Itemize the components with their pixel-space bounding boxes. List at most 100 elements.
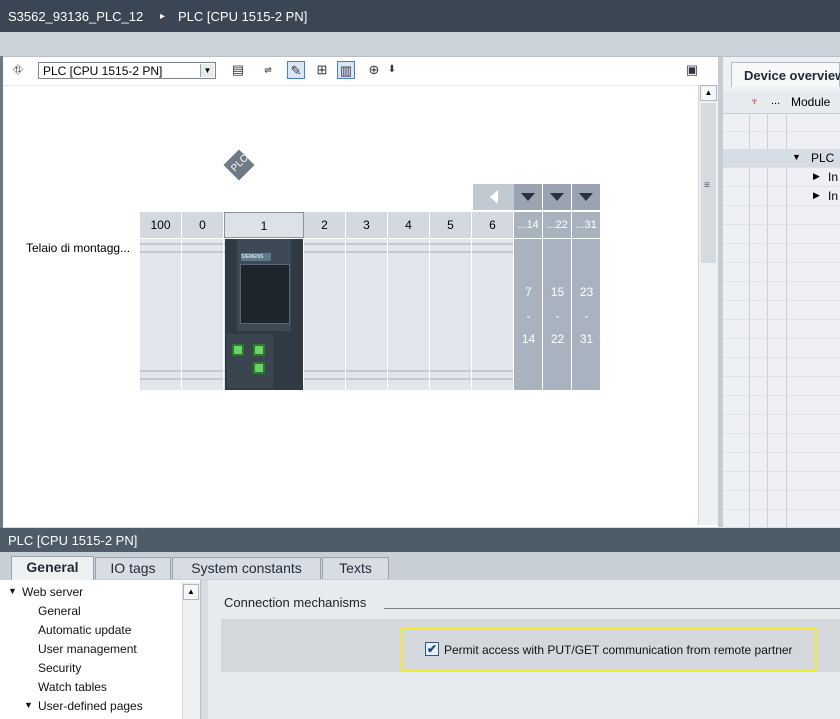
list-item[interactable] <box>723 339 840 358</box>
breadcrumb-device[interactable]: PLC [CPU 1515-2 PN] <box>178 9 307 24</box>
list-item[interactable] <box>723 301 840 320</box>
tree-item-watch-tables[interactable]: Watch tables <box>38 680 107 694</box>
cpu-module[interactable]: SIEMENS <box>225 239 303 390</box>
list-item[interactable] <box>723 263 840 282</box>
list-item[interactable] <box>723 491 840 510</box>
table-view-icon[interactable]: ▥ <box>337 61 355 79</box>
chevron-down-icon <box>521 193 535 201</box>
list-item[interactable] <box>723 415 840 434</box>
tree-item-security[interactable]: Security <box>38 661 81 675</box>
expand-icon[interactable]: ▼ <box>792 152 801 162</box>
list-item[interactable] <box>723 206 840 225</box>
slot-header[interactable]: 1 <box>224 212 304 238</box>
slot-group[interactable]: 7 - 14 <box>514 239 543 390</box>
rack-slot[interactable] <box>182 239 224 390</box>
put-get-checkbox-label[interactable]: Permit access with PUT/GET communication… <box>444 643 793 657</box>
slot-group[interactable]: 23 - 31 <box>572 239 601 390</box>
rack-slot[interactable] <box>346 239 388 390</box>
list-item[interactable] <box>723 472 840 491</box>
list-item[interactable] <box>723 282 840 301</box>
device-properties-icon[interactable]: ▤ <box>229 61 247 79</box>
overview-toggle-icon[interactable]: ▣ <box>683 61 701 79</box>
rack-slot[interactable] <box>304 239 346 390</box>
grid-icon[interactable]: ⊞ <box>313 61 331 79</box>
rack-slot[interactable] <box>388 239 430 390</box>
scroll-up-icon[interactable]: ▲ <box>700 85 717 101</box>
list-item[interactable] <box>723 244 840 263</box>
slot-header[interactable]: 0 <box>182 212 224 238</box>
tab-io-tags[interactable]: IO tags <box>95 557 171 579</box>
device-selector[interactable]: PLC [CPU 1515-2 PN] ▼ <box>38 62 216 79</box>
tab-system-constants[interactable]: System constants <box>172 557 321 579</box>
overview-row[interactable]: ▶ In <box>723 187 840 206</box>
expand-icon[interactable]: ▶ <box>813 190 820 201</box>
slot-header[interactable]: 2 <box>304 212 346 238</box>
zoom-icon[interactable]: ⊕ <box>365 61 383 79</box>
ethernet-port-icon[interactable] <box>253 362 265 374</box>
collapse-icon[interactable]: ▼ <box>8 586 17 596</box>
rack-rail <box>472 370 513 372</box>
list-item[interactable] <box>723 320 840 339</box>
cpu-display <box>240 264 290 324</box>
show-name-icon[interactable]: ⇌ <box>259 61 277 79</box>
rack-rail <box>388 251 429 253</box>
list-item[interactable] <box>723 113 840 132</box>
ethernet-port-icon[interactable] <box>253 344 265 356</box>
tree-scrollbar[interactable]: ▲ <box>182 582 200 719</box>
rack-rail <box>140 370 181 372</box>
list-item[interactable] <box>723 453 840 472</box>
list-item[interactable] <box>723 358 840 377</box>
tab-device-overview[interactable]: Device overview <box>731 62 840 87</box>
properties-title-bar: PLC [CPU 1515-2 PN] <box>0 528 840 552</box>
slot-header[interactable]: 100 <box>140 212 182 238</box>
collapse-icon[interactable]: ▼ <box>24 700 33 710</box>
rack-label[interactable]: Telaio di montagg... <box>26 241 130 255</box>
tab-texts[interactable]: Texts <box>322 557 389 579</box>
zoom-dropdown-icon[interactable]: ⬇ <box>383 61 401 79</box>
column-dots[interactable]: ... <box>771 95 780 107</box>
rack-slot[interactable] <box>430 239 472 390</box>
rack-slot[interactable] <box>140 239 182 390</box>
list-item[interactable] <box>723 225 840 244</box>
device-view-scrollbar[interactable]: ▲ ≡ <box>698 85 718 525</box>
overview-row-plc[interactable]: ▼ PLC <box>723 149 840 168</box>
tree-item-web-server[interactable]: Web server <box>22 585 83 599</box>
slot-group-range: 31 <box>579 332 594 346</box>
ethernet-port-icon[interactable] <box>232 344 244 356</box>
tree-item-general[interactable]: General <box>38 604 81 618</box>
list-item[interactable] <box>723 377 840 396</box>
tree-item-automatic-update[interactable]: Automatic update <box>38 623 131 637</box>
slot-group[interactable]: 15 - 22 <box>543 239 572 390</box>
slot-header[interactable]: 5 <box>430 212 472 238</box>
expand-group-button[interactable] <box>572 184 601 210</box>
column-module[interactable]: Module <box>791 95 830 109</box>
rack-slot[interactable] <box>472 239 514 390</box>
rack-rail <box>472 378 513 380</box>
slot-group-header[interactable]: ...14 <box>514 212 543 238</box>
breadcrumb-project[interactable]: S3562_93136_PLC_12 <box>8 9 143 24</box>
slot-header[interactable]: 3 <box>346 212 388 238</box>
overview-row[interactable]: ▶ In <box>723 168 840 187</box>
chevron-down-icon[interactable]: ▼ <box>200 64 214 77</box>
slot-header[interactable]: 6 <box>472 212 514 238</box>
tab-general[interactable]: General <box>11 556 94 580</box>
slot-group-range: 15 <box>550 285 565 299</box>
title-bar: S3562_93136_PLC_12 ▸ PLC [CPU 1515-2 PN] <box>0 0 840 32</box>
scroll-up-icon[interactable]: ▲ <box>183 584 199 600</box>
slot-group-header[interactable]: ...31 <box>572 212 601 238</box>
slot-group-header[interactable]: ...22 <box>543 212 572 238</box>
cpu-brand: SIEMENS <box>241 253 271 261</box>
put-get-checkbox[interactable]: ✔ <box>425 642 439 656</box>
list-item[interactable] <box>723 396 840 415</box>
expand-group-button[interactable] <box>543 184 572 210</box>
network-view-icon[interactable]: ⛗ <box>9 61 27 79</box>
tree-item-user-management[interactable]: User management <box>38 642 137 656</box>
expand-group-button[interactable] <box>514 184 543 210</box>
rack-rail <box>388 243 429 245</box>
rack-scroll-left[interactable] <box>473 184 514 210</box>
pencil-icon[interactable]: ✎ <box>287 61 305 79</box>
list-item[interactable] <box>723 434 840 453</box>
tree-item-user-defined-pages[interactable]: User-defined pages <box>38 699 143 713</box>
slot-header[interactable]: 4 <box>388 212 430 238</box>
expand-icon[interactable]: ▶ <box>813 171 820 182</box>
